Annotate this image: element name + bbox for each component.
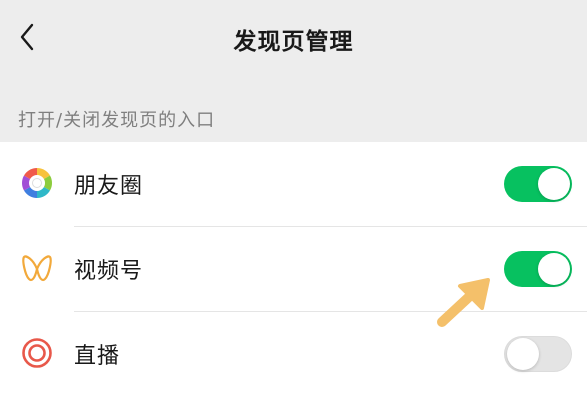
channels-butterfly-icon bbox=[22, 255, 52, 282]
section-label: 打开/关闭发现页的入口 bbox=[18, 110, 216, 131]
live-toggle[interactable] bbox=[504, 336, 572, 372]
toggle-knob bbox=[507, 338, 539, 370]
list-item-label: 视频号 bbox=[74, 259, 144, 284]
list-item-label: 直播 bbox=[74, 344, 121, 369]
toggle-knob bbox=[538, 168, 570, 200]
moments-aperture-icon bbox=[21, 168, 53, 198]
list-item-live: 直播 bbox=[0, 312, 587, 396]
channels-toggle[interactable] bbox=[504, 251, 572, 287]
list-item-moments: 朋友圈 bbox=[0, 142, 587, 226]
moments-toggle[interactable] bbox=[504, 166, 572, 202]
top-bar: 发现页管理 bbox=[0, 0, 587, 80]
page-title: 发现页管理 bbox=[233, 29, 354, 55]
list-item-channels: 视频号 bbox=[0, 227, 587, 311]
list-item-label: 朋友圈 bbox=[74, 174, 144, 199]
pointer-arrow-icon bbox=[437, 278, 490, 327]
live-concentric-circles-icon bbox=[22, 338, 52, 368]
toggle-knob bbox=[538, 253, 570, 285]
discover-entries-list: 朋友圈 视频号 直播 bbox=[0, 142, 587, 403]
